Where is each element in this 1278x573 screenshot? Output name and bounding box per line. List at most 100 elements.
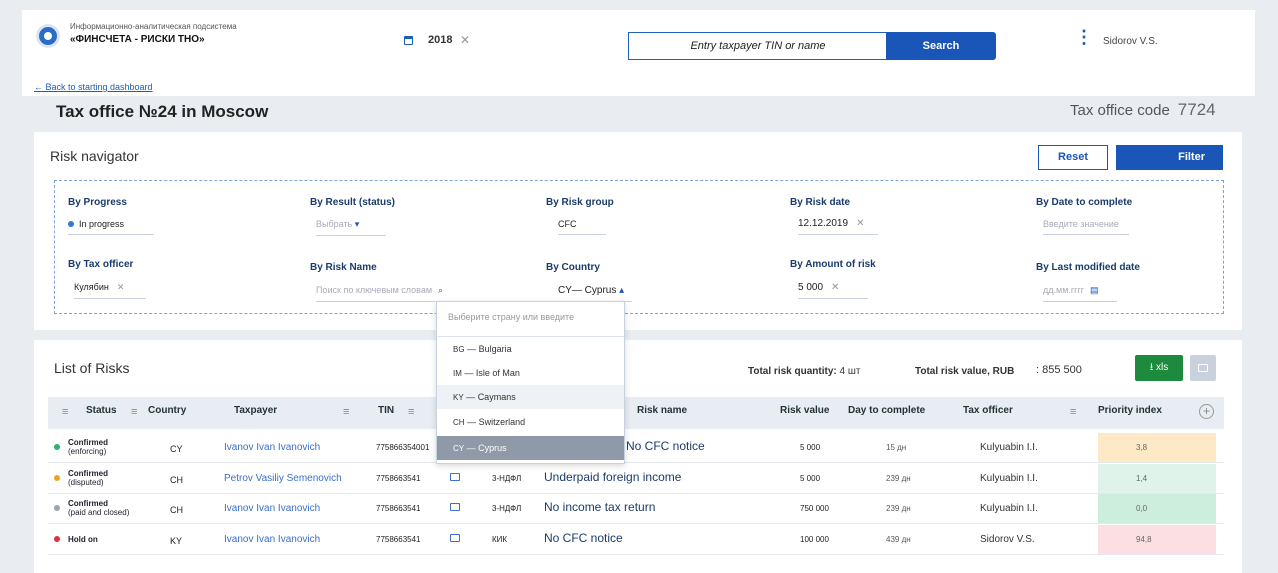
filter-officer-value[interactable]: Кулябин ✕ xyxy=(74,282,146,299)
taxpayer-link[interactable]: Ivanov Ivan Ivanovich xyxy=(224,534,320,545)
col-priority[interactable]: Priority index xyxy=(1098,405,1162,416)
filter-amount-value[interactable]: 5 000 ✕ xyxy=(798,282,868,299)
country-cell: KY xyxy=(170,536,183,546)
calendar-icon[interactable] xyxy=(404,36,413,45)
declaration-type: 3-НДФЛ xyxy=(492,504,522,513)
country-option[interactable]: KY — Caymans xyxy=(437,385,624,409)
user-name[interactable]: Sidorov V.S. xyxy=(1103,36,1158,47)
status-dot-icon xyxy=(54,475,60,481)
col-days[interactable]: Day to complete xyxy=(848,405,925,416)
page-title: Tax office №24 in Moscow xyxy=(56,102,269,121)
days-cell: 239 дн xyxy=(886,474,911,483)
app-subtitle: Информационно-аналитическая подсистема xyxy=(70,22,237,31)
risk-name-link[interactable]: No CFC notice xyxy=(626,439,705,453)
clear-icon[interactable]: ✕ xyxy=(831,282,839,293)
tin-cell: 7758663541 xyxy=(376,474,421,483)
table-row[interactable]: Confirmed (disputed) CH Petrov Vasiliy Se… xyxy=(48,464,1224,494)
filter-complete-input[interactable]: Введите значение xyxy=(1043,219,1129,235)
search-button[interactable]: Search xyxy=(886,32,996,60)
filter-result-select[interactable]: Выбрать ▾ xyxy=(316,219,386,236)
logo-icon xyxy=(36,24,60,48)
country-search-input[interactable]: Выберите страну или введите xyxy=(448,312,574,322)
filter-amount-label: By Amount of risk xyxy=(790,259,876,270)
table-row[interactable]: Confirmed (paid and closed) CH Ivanov Iva… xyxy=(48,494,1224,524)
col-country[interactable]: Country xyxy=(148,405,186,416)
reset-button[interactable]: Reset xyxy=(1038,145,1108,170)
sort-icon[interactable]: ≡ xyxy=(1070,406,1076,418)
risk-value-cell: 5 000 xyxy=(800,443,821,452)
total-value-label: Total risk value, RUB xyxy=(915,366,1015,377)
taxpayer-link[interactable]: Ivanov Ivan Ivanovich xyxy=(224,442,320,453)
document-icon[interactable] xyxy=(450,503,460,511)
export-xls-button[interactable]: ⭳ xls xyxy=(1135,355,1183,381)
chevron-down-icon: ▾ xyxy=(354,219,360,229)
risk-list-title: List of Risks xyxy=(54,360,130,376)
tin-cell: 775866354001 xyxy=(376,443,430,452)
risk-name-link[interactable]: No CFC notice xyxy=(544,531,623,545)
table-row[interactable]: Confirmed (enforcing) CY Ivanov Ivan Ivan… xyxy=(48,433,1224,463)
days-cell: 239 дн xyxy=(886,504,911,513)
document-icon[interactable] xyxy=(450,473,460,481)
filter-name-input[interactable]: Поиск по ключевым словам ⌕ xyxy=(316,285,474,302)
risk-name-link[interactable]: No income tax return xyxy=(544,500,655,514)
days-cell: 439 дн xyxy=(886,535,911,544)
col-officer[interactable]: Tax officer xyxy=(963,405,1013,416)
taxpayer-link[interactable]: Ivanov Ivan Ivanovich xyxy=(224,503,320,514)
add-column-icon[interactable]: + xyxy=(1199,404,1214,419)
filter-result-label: By Result (status) xyxy=(310,197,396,208)
col-status[interactable]: Status xyxy=(86,405,117,416)
col-risk-value[interactable]: Risk value xyxy=(780,405,829,416)
priority-index-cell: 0,0 xyxy=(1098,494,1216,523)
country-option[interactable]: IM — Isle of Man xyxy=(437,361,624,385)
country-option[interactable]: CH — Switzerland xyxy=(437,410,624,434)
document-icon[interactable] xyxy=(450,534,460,542)
risk-value-cell: 5 000 xyxy=(800,474,821,483)
priority-index-cell: 1,4 xyxy=(1098,464,1216,493)
country-cell: CY xyxy=(170,444,183,454)
status-cell: Confirmed (enforcing) xyxy=(68,438,108,456)
filter-modified-input[interactable]: дд.мм.гггг ▤ xyxy=(1043,285,1117,302)
sort-icon[interactable]: ≡ xyxy=(131,406,137,418)
tin-cell: 7758663541 xyxy=(376,535,421,544)
status-dot-icon xyxy=(54,536,60,542)
status-cell: Hold on xyxy=(68,535,98,544)
sort-icon[interactable]: ≡ xyxy=(408,406,414,418)
filter-name-label: By Risk Name xyxy=(310,262,377,273)
col-taxpayer[interactable]: Taxpayer xyxy=(234,405,277,416)
country-cell: CH xyxy=(170,505,183,515)
sort-icon[interactable]: ≡ xyxy=(62,406,68,418)
filter-progress-value[interactable]: In progress xyxy=(68,219,154,235)
country-option[interactable]: CY — Cyprus xyxy=(437,436,624,460)
filter-date-value[interactable]: 12.12.2019 ✕ xyxy=(798,218,878,235)
clear-icon[interactable]: ✕ xyxy=(117,282,125,292)
days-cell: 15 дн xyxy=(886,443,907,452)
priority-index-cell: 94,8 xyxy=(1098,525,1216,554)
print-icon[interactable] xyxy=(1190,355,1216,381)
filter-date-label: By Risk date xyxy=(790,197,851,208)
filter-group-label: By Risk group xyxy=(546,197,614,208)
filter-country-select[interactable]: CY— Cyprus ▴ xyxy=(558,285,632,302)
table-header: ≡ Status ≡ Country Taxpayer ≡ TIN ≡ Risk… xyxy=(48,397,1224,429)
sort-icon[interactable]: ≡ xyxy=(343,406,349,418)
search-icon[interactable]: ⌕ xyxy=(438,285,443,295)
year-clear-icon[interactable]: ✕ xyxy=(460,33,470,47)
filter-button[interactable]: Filter xyxy=(1116,145,1223,170)
col-risk-name[interactable]: Risk name xyxy=(637,405,687,416)
chevron-up-icon: ▴ xyxy=(619,285,625,296)
taxpayer-search-input[interactable]: Entry taxpayer TIN or name xyxy=(628,32,888,60)
calendar-icon[interactable]: ▤ xyxy=(1090,285,1099,295)
country-option[interactable]: BG — Bulgaria xyxy=(437,337,624,361)
more-menu-icon[interactable]: ⋮ xyxy=(1075,28,1093,46)
clear-icon[interactable]: ✕ xyxy=(856,218,864,229)
risk-name-link[interactable]: Underpaid foreign income xyxy=(544,470,681,484)
risk-navigator-title: Risk navigator xyxy=(50,148,139,164)
priority-index-cell: 3,8 xyxy=(1098,433,1216,462)
risk-value-cell: 100 000 xyxy=(800,535,829,544)
country-cell: CH xyxy=(170,475,183,485)
filter-group-value[interactable]: CFC xyxy=(558,219,606,235)
back-link[interactable]: ← Back to starting dashboard xyxy=(34,82,153,92)
table-row[interactable]: Hold on KY Ivanov Ivan Ivanovich 7758663… xyxy=(48,525,1224,555)
col-tin[interactable]: TIN xyxy=(378,405,394,416)
year-selector[interactable]: 2018 xyxy=(428,34,452,46)
taxpayer-link[interactable]: Petrov Vasiliy Semenovich xyxy=(224,473,342,484)
